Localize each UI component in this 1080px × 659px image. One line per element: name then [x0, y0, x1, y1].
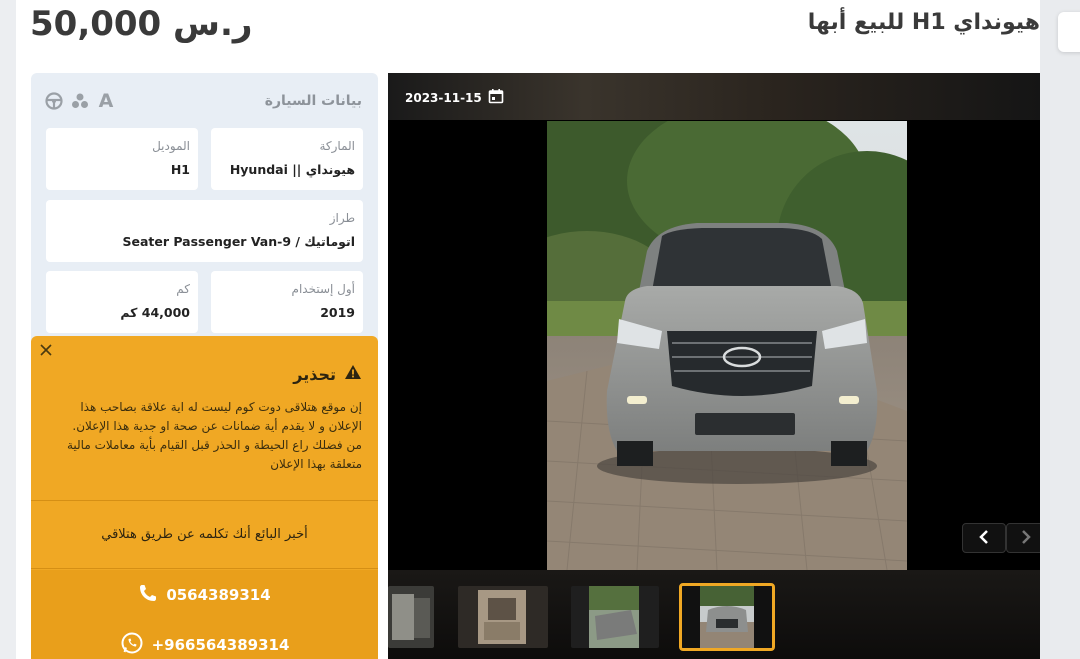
thumbnail-active[interactable] [679, 583, 775, 651]
whatsapp-icon [120, 631, 144, 659]
price: 50,000 ر.س [30, 4, 253, 44]
field-model-value: H1 [170, 162, 190, 177]
calendar-icon [488, 88, 504, 107]
whatsapp-number: +966564389314 [151, 636, 290, 654]
field-model-label: الموديل [152, 139, 190, 153]
phone-number: 0564389314 [166, 586, 271, 604]
chevron-left-icon [978, 529, 990, 548]
recycle-icon [71, 92, 89, 110]
thumbnail[interactable] [388, 586, 434, 648]
whatsapp-button[interactable]: +966564389314 [31, 620, 378, 659]
listing-date: 2023-11-15 [405, 88, 504, 107]
phone-icon [138, 583, 158, 607]
field-first-use-label: أول إستخدام [291, 282, 355, 296]
close-icon[interactable] [39, 342, 55, 358]
field-trim-value: اتوماتيك / 9-Seater Passenger Van [122, 234, 355, 249]
field-trim: طراز اتوماتيك / 9-Seater Passenger Van [46, 200, 363, 262]
listing-date-text: 2023-11-15 [405, 90, 482, 105]
right-edge-strip [1040, 0, 1080, 659]
car-info-title: بيانات السيارة [264, 93, 362, 109]
warning-title: تحذير [293, 364, 336, 384]
side-action-button[interactable] [1058, 12, 1080, 52]
field-brand-value: هيونداي || Hyundai [229, 162, 355, 177]
warning-box: تحذير إن موقع هتلاقى دوت كوم ليست له اية… [31, 336, 378, 659]
thumbnail[interactable] [458, 586, 548, 648]
listing-page: 50,000 ر.س هيونداي H1 للبيع أبها بيانات … [16, 0, 1040, 659]
field-brand: الماركة هيونداي || Hyundai [211, 128, 363, 190]
car-info-icons: A [45, 90, 115, 112]
field-mileage-label: كم [176, 282, 190, 296]
field-brand-label: الماركة [319, 139, 355, 153]
photo-gallery: 2023-11-15 [388, 73, 1040, 659]
warning-icon [344, 364, 362, 384]
field-mileage: كم 44,000 كم [46, 271, 198, 333]
call-button[interactable]: 0564389314 [31, 570, 378, 620]
warning-text: إن موقع هتلاقى دوت كوم ليست له اية علاقة… [66, 400, 362, 471]
field-model: الموديل H1 [46, 128, 198, 190]
divider [31, 568, 378, 569]
automatic-transmission-icon: A [98, 90, 114, 112]
gallery-prev-button[interactable] [962, 523, 1006, 553]
field-first-use-value: 2019 [320, 305, 355, 320]
main-car-photo[interactable] [547, 121, 907, 570]
chevron-right-icon [1020, 529, 1032, 548]
listing-title: هيونداي H1 للبيع أبها [807, 10, 1040, 35]
tell-seller-text: أخبر البائع أنك تكلمه عن طريق هتلاقي [101, 526, 308, 542]
thumbnail[interactable] [571, 586, 659, 648]
thumbnail-strip [388, 570, 1040, 659]
field-trim-label: طراز [329, 211, 355, 225]
field-first-use: أول إستخدام 2019 [211, 271, 363, 333]
gallery-header: 2023-11-15 [388, 73, 1040, 120]
field-mileage-value: 44,000 كم [120, 305, 190, 320]
car-info-panel: بيانات السيارة A الماركة هيونداي || Hyun… [31, 73, 378, 373]
warning-heading: تحذير [293, 364, 362, 384]
car-info-header: بيانات السيارة A [31, 73, 378, 129]
steering-wheel-icon [45, 92, 63, 110]
gallery-next-button[interactable] [1006, 523, 1040, 553]
